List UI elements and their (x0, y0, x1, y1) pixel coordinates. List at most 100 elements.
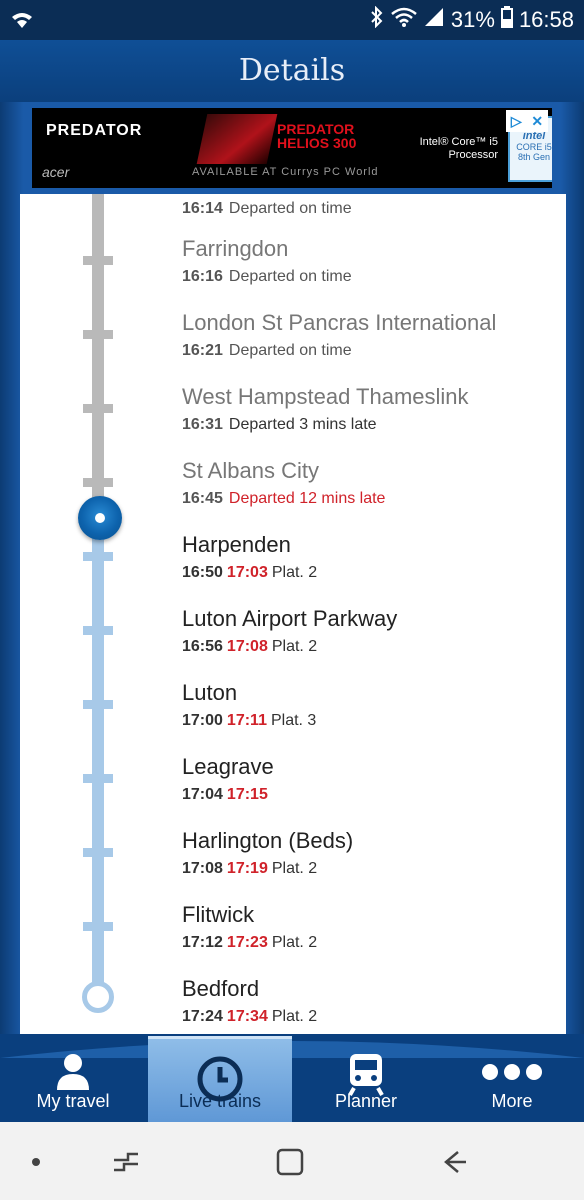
nav-label: Planner (334, 1091, 398, 1111)
route-tick (83, 478, 113, 487)
wifi-app-icon (12, 13, 32, 28)
scheduled-time: 16:31 (182, 416, 223, 433)
list-item[interactable]: Harlington (Beds) 17:08 17:19 Plat. 2 (182, 828, 562, 878)
home-icon[interactable] (272, 1144, 308, 1180)
bottom-navigation: My travel Live trains Planner More (0, 1034, 584, 1122)
battery-percent: 31% (450, 7, 495, 32)
nav-planner[interactable]: Planner (294, 1036, 438, 1122)
list-item[interactable]: Luton Airport Parkway 16:56 17:08 Plat. 2 (182, 606, 562, 656)
person-icon (57, 1054, 89, 1090)
station-name: Bedford (182, 976, 260, 1001)
station-name: West Hampstead Thameslink (182, 384, 469, 409)
route-tick (83, 256, 113, 265)
station-name: Harlington (Beds) (182, 828, 354, 853)
platform: Plat. 2 (271, 638, 318, 655)
route-tick (83, 774, 113, 783)
close-icon[interactable]: ✕ (531, 113, 543, 130)
list-item[interactable]: Flitwick 17:12 17:23 Plat. 2 (182, 902, 562, 952)
page-title: Details (238, 53, 346, 88)
train-position-marker (78, 496, 122, 540)
train-icon (348, 1054, 384, 1096)
ad-maker: acer (42, 164, 70, 180)
nav-my-travel[interactable]: My travel (0, 1036, 146, 1122)
platform: Plat. 2 (271, 1008, 318, 1025)
departure-status: Departed 3 mins late (228, 416, 377, 433)
station-name: Luton Airport Parkway (182, 606, 398, 631)
list-item[interactable]: West Hampstead Thameslink 16:31 Departed … (182, 384, 562, 434)
nav-more[interactable]: More (440, 1036, 584, 1122)
departure-status: Departed on time (228, 342, 352, 359)
battery-icon (500, 6, 513, 34)
laptop-image (196, 114, 278, 164)
route-line-upcoming (92, 514, 104, 992)
list-item[interactable]: Bedford 17:24 17:34 Plat. 2 (182, 976, 562, 1026)
list-item[interactable]: Leagrave 17:04 17:15 (182, 754, 562, 804)
list-item[interactable]: Farringdon 16:16 Departed on time (182, 236, 562, 286)
ad-product-title: PREDATOR HELIOS 300 (277, 121, 357, 151)
more-icon (482, 1064, 542, 1080)
station-name: London St Pancras International (182, 310, 497, 335)
bluetooth-icon (369, 5, 385, 34)
ad-banner[interactable]: PREDATOR acer PREDATOR HELIOS 300 Intel®… (32, 108, 552, 188)
route-tick (83, 404, 113, 413)
list-item[interactable]: Harpenden 16:50 17:03 Plat. 2 (182, 532, 562, 582)
app-header: Details (0, 40, 584, 102)
expected-time: 17:23 (226, 934, 268, 951)
nav-live-trains[interactable]: Live trains (148, 1036, 292, 1122)
scheduled-time: 17:12 (182, 934, 223, 951)
nav-label: My travel (36, 1091, 110, 1111)
route-tick (83, 626, 113, 635)
platform: Plat. 3 (270, 712, 317, 729)
recents-icon[interactable] (108, 1144, 144, 1180)
calling-points-list[interactable]: 16:14 Departed on time Farringdon 16:16 De… (20, 194, 566, 1046)
list-item[interactable]: London St Pancras International 16:21 Dep… (182, 310, 562, 360)
station-name: Flitwick (182, 902, 255, 927)
ad-intel-text: Intel® Core™ i5 Processor (419, 136, 498, 161)
scheduled-time: 16:21 (182, 342, 223, 359)
ad-available-at: AVAILABLE AT Currys PC World (192, 166, 379, 178)
scheduled-time: 16:50 (182, 564, 223, 581)
scheduled-time: 17:24 (182, 1008, 223, 1025)
route-tick (83, 848, 113, 857)
expected-time: 17:15 (226, 786, 268, 803)
route-line-passed (92, 194, 104, 514)
nav-label: More (491, 1091, 533, 1111)
expected-time: 17:11 (226, 712, 267, 729)
list-item[interactable]: 16:14 Departed on time (182, 194, 562, 218)
scheduled-time: 16:56 (182, 638, 223, 655)
station-name: Farringdon (182, 236, 289, 261)
scheduled-time: 16:16 (182, 268, 223, 285)
expected-time: 17:03 (226, 564, 268, 581)
clock-time: 16:58 (518, 7, 574, 32)
expected-time: 17:34 (226, 1008, 268, 1025)
status-bar: 31% 16:58 (0, 0, 584, 40)
station-name: St Albans City (182, 458, 319, 483)
list-item[interactable]: St Albans City 16:45 Departed 12 mins lat… (182, 458, 562, 508)
scheduled-time: 16:45 (182, 490, 223, 507)
nav-label: Live trains (178, 1091, 262, 1111)
route-tick (83, 330, 113, 339)
ad-brand: PREDATOR (46, 122, 143, 139)
scheduled-time: 17:04 (182, 786, 223, 803)
platform: Plat. 2 (271, 934, 318, 951)
departure-status: Departed on time (228, 268, 352, 285)
expected-time: 17:08 (226, 638, 268, 655)
adchoices-icon[interactable]: ▷ (511, 113, 522, 130)
scheduled-time: 16:14 (182, 200, 223, 217)
station-name: Luton (182, 680, 238, 705)
platform: Plat. 2 (271, 564, 318, 581)
departure-status: Departed on time (228, 200, 352, 217)
platform: Plat. 2 (271, 860, 318, 877)
scheduled-time: 17:00 (182, 712, 223, 729)
expected-time: 17:19 (226, 860, 268, 877)
station-name: Leagrave (182, 754, 274, 779)
ad-controls[interactable]: ▷ ✕ (506, 110, 548, 132)
list-item[interactable]: Luton 17:00 17:11 Plat. 3 (182, 680, 562, 730)
back-icon[interactable] (436, 1144, 472, 1180)
departure-status: Departed 12 mins late (228, 490, 386, 507)
route-tick (83, 552, 113, 561)
destination-marker (82, 981, 114, 1013)
system-navigation-bar (0, 1122, 584, 1200)
route-tick (83, 922, 113, 931)
dot-icon[interactable] (18, 1144, 54, 1180)
